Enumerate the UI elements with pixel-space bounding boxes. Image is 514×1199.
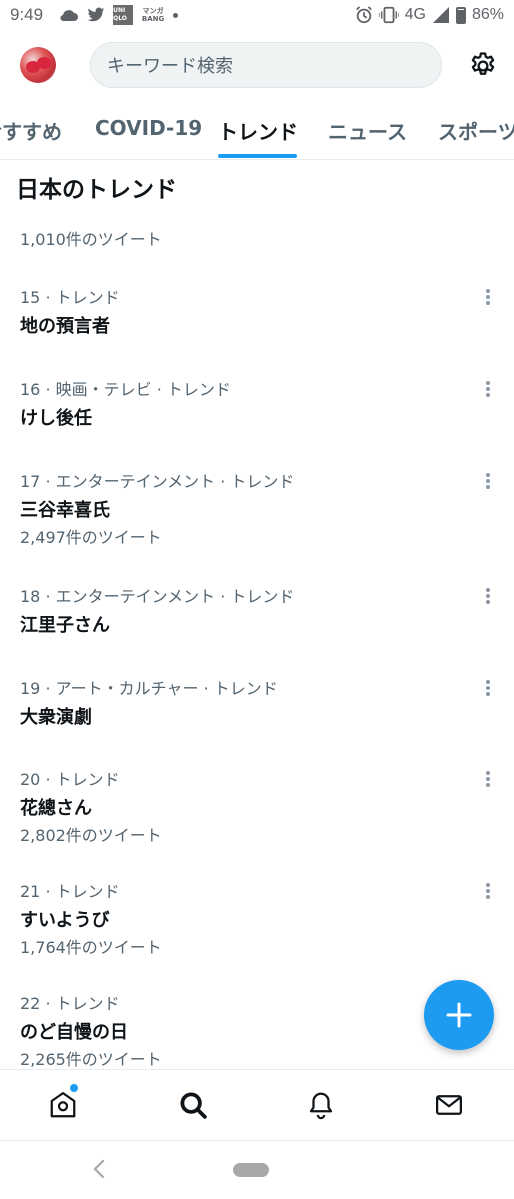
more-options-icon[interactable] (484, 587, 492, 607)
twitter-bird-icon (87, 7, 105, 22)
signal-icon (432, 7, 449, 23)
cloud-icon (60, 10, 79, 22)
unread-dot (70, 1084, 78, 1092)
trend-name: 大衆演劇 (20, 707, 92, 728)
trend-tweet-count: 1,764件のツイート (20, 938, 162, 957)
back-chevron-icon[interactable] (90, 1157, 108, 1181)
trend-meta: 15 · トレンド (20, 288, 120, 307)
trend-name: すいようび (20, 910, 110, 931)
trend-name: 三谷幸喜氏 (20, 500, 110, 521)
trend-name: 花總さん (20, 798, 92, 819)
trend-meta: 17 · エンターテインメント · トレンド (20, 472, 295, 491)
trend-tweet-count: 2,497件のツイート (20, 528, 162, 547)
bottom-navigation (0, 1069, 514, 1139)
status-bar: 9:49 UNI QLO マンガ BANG 4G 86% (0, 0, 514, 30)
tab-recommended[interactable]: おすすめ (0, 116, 62, 145)
trend-item[interactable]: 17 · エンターテインメント · トレンド 三谷幸喜氏 2,497件のツイート (0, 464, 514, 564)
home-gesture-pill[interactable] (233, 1163, 269, 1177)
trend-item[interactable]: 21 · トレンド すいようび 1,764件のツイート (0, 874, 514, 974)
manga-bang-icon: マンガ BANG (141, 7, 165, 23)
mail-icon[interactable] (434, 1090, 464, 1120)
network-type: 4G (404, 6, 426, 23)
compose-tweet-button[interactable] (424, 980, 494, 1050)
more-notifications-dot (173, 12, 179, 18)
trend-name: のど自慢の日 (20, 1022, 128, 1043)
trend-item[interactable]: 19 · アート・カルチャー · トレンド 大衆演劇 (0, 671, 514, 751)
more-options-icon[interactable] (484, 288, 492, 308)
explore-tabs: おすすめ COVID-19 トレンド ニュース スポーツ (0, 100, 514, 160)
more-options-icon[interactable] (484, 882, 492, 902)
trend-meta: 18 · エンターテインメント · トレンド (20, 587, 295, 606)
status-time: 9:49 (10, 5, 44, 24)
alarm-icon (355, 6, 372, 24)
search-input[interactable]: キーワード検索 (90, 42, 442, 88)
uniqlo-icon: UNI QLO (113, 5, 134, 25)
gear-icon[interactable] (468, 51, 498, 81)
tab-covid19[interactable]: COVID-19 (95, 116, 202, 140)
trend-meta: 22 · トレンド (20, 994, 120, 1013)
more-options-icon[interactable] (484, 679, 492, 699)
trend-name: けし後任 (20, 408, 92, 429)
trend-tweet-count: 2,265件のツイート (20, 1050, 162, 1068)
battery-level: 86% (471, 6, 504, 23)
trend-tweet-count: 2,802件のツイート (20, 826, 162, 845)
search-placeholder: キーワード検索 (107, 56, 233, 77)
section-title: 日本のトレンド (16, 177, 177, 203)
search-icon[interactable] (178, 1090, 208, 1120)
top-app-bar: キーワード検索 (0, 38, 514, 94)
more-options-icon[interactable] (484, 472, 492, 492)
home-icon[interactable] (48, 1090, 78, 1120)
tab-news[interactable]: ニュース (328, 116, 407, 145)
trend-tweet-count: 1,010件のツイート (20, 230, 162, 249)
trend-name: 江里子さん (20, 615, 110, 636)
tab-trends[interactable]: トレンド (218, 116, 298, 145)
more-options-icon[interactable] (484, 770, 492, 790)
trend-item[interactable]: 20 · トレンド 花總さん 2,802件のツイート (0, 762, 514, 862)
trend-item[interactable]: 16 · 映画・テレビ · トレンド けし後任 (0, 372, 514, 452)
system-navigation-bar (0, 1140, 514, 1199)
more-options-icon[interactable] (484, 380, 492, 400)
plus-icon (446, 1002, 472, 1028)
active-tab-indicator (218, 154, 297, 158)
trend-meta: 21 · トレンド (20, 882, 120, 901)
vibrate-icon (378, 6, 399, 24)
trend-meta: 19 · アート・カルチャー · トレンド (20, 679, 278, 698)
trend-meta: 20 · トレンド (20, 770, 120, 789)
trend-item[interactable]: 18 · エンターテインメント · トレンド 江里子さん (0, 579, 514, 659)
avatar[interactable] (20, 47, 56, 83)
bell-icon[interactable] (306, 1090, 336, 1120)
trend-item[interactable]: 15 · トレンド 地の預言者 (0, 280, 514, 360)
tab-sports[interactable]: スポーツ (438, 116, 514, 145)
trend-meta: 16 · 映画・テレビ · トレンド (20, 380, 231, 399)
trend-name: 地の預言者 (20, 316, 110, 337)
battery-icon (455, 6, 466, 24)
